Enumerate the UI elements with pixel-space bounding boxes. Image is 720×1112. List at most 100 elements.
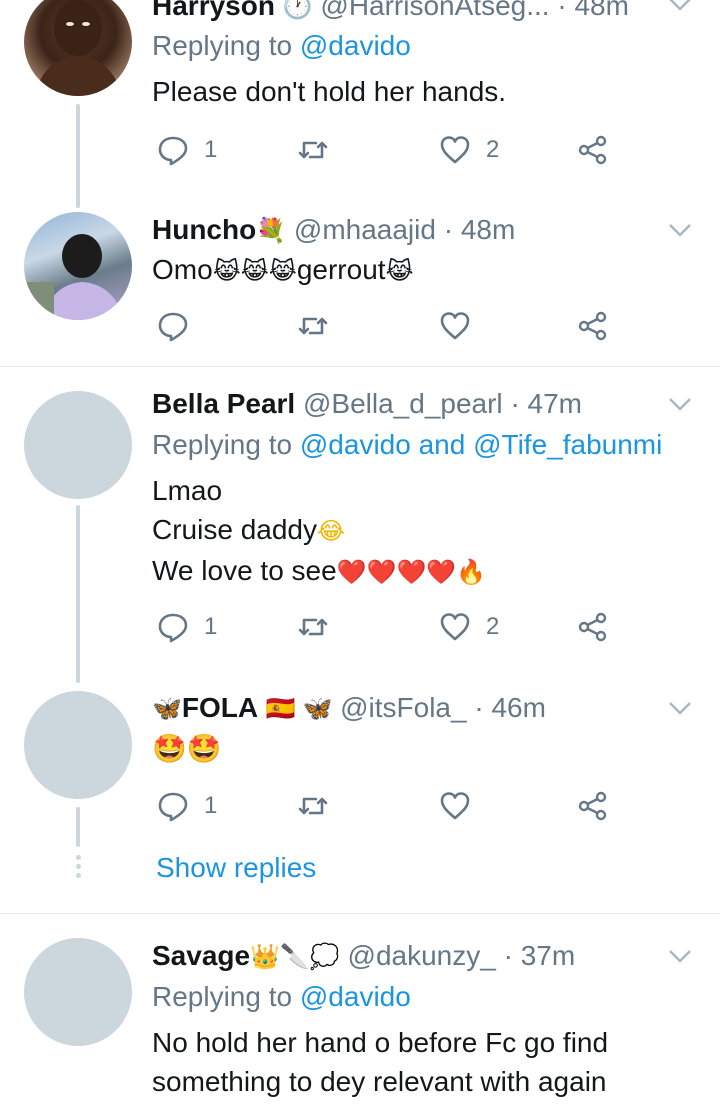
tweet-bella-pearl[interactable]: Bella Pearl @Bella_d_pearl · 47m Replyin… xyxy=(0,367,720,683)
timestamp[interactable]: · 48m xyxy=(444,214,516,245)
reply-count: 1 xyxy=(204,613,218,640)
chevron-down-icon[interactable] xyxy=(666,390,694,418)
chevron-down-icon[interactable] xyxy=(666,0,694,18)
replying-to: Replying to @davido xyxy=(152,26,411,66)
thread-line xyxy=(76,505,80,683)
like-icon xyxy=(440,312,470,340)
text-line: something to dey relevant with again xyxy=(152,1066,607,1097)
tweet-huncho[interactable]: Huncho💐 @mhaaajid · 48m Omo😹😹😹gerrout😹 xyxy=(0,190,720,366)
display-name[interactable]: Savage xyxy=(152,940,250,971)
tweet-header: Savage👑🔪💭 @dakunzy_ · 37m xyxy=(152,936,660,976)
tweet-text: Lmao Cruise daddy😂 We love to see❤️❤️❤️❤… xyxy=(152,471,690,592)
replying-prefix: Replying to xyxy=(152,30,300,61)
mention-link[interactable]: @davido xyxy=(300,981,411,1012)
user-handle[interactable]: @HarrisonAtseg... xyxy=(320,0,549,21)
user-handle[interactable]: @Bella_d_pearl xyxy=(303,388,503,419)
tweet-harryson[interactable]: Harryson 🕐 @HarrisonAtseg... · 48m Reply… xyxy=(0,0,720,208)
display-name[interactable]: FOLA xyxy=(182,692,258,723)
timestamp[interactable]: · 47m xyxy=(510,388,582,419)
text-line-content: Cruise daddy xyxy=(152,514,317,545)
retweet-icon xyxy=(298,797,328,815)
replying-and: and xyxy=(410,429,474,460)
share-button[interactable] xyxy=(576,784,610,828)
timestamp[interactable]: · 37m xyxy=(504,940,576,971)
reply-icon xyxy=(158,792,188,822)
retweet-icon xyxy=(298,618,328,636)
retweet-button[interactable] xyxy=(296,784,344,828)
mention-link[interactable]: @davido xyxy=(300,30,411,61)
thread-line xyxy=(76,807,80,847)
like-icon xyxy=(440,613,470,641)
like-button[interactable]: 2 xyxy=(438,605,499,649)
mention-link[interactable]: @davido xyxy=(300,429,411,460)
reply-button[interactable]: 1 xyxy=(156,605,217,649)
show-replies-link[interactable]: Show replies xyxy=(156,848,316,888)
share-button[interactable] xyxy=(576,605,610,649)
share-button[interactable] xyxy=(576,128,610,172)
retweet-icon xyxy=(298,317,328,335)
replying-to: Replying to @davido xyxy=(152,977,411,1017)
text-line: Cruise daddy😂 xyxy=(152,510,690,551)
avatar-default[interactable] xyxy=(24,691,132,799)
reply-icon xyxy=(158,312,188,342)
timestamp[interactable]: · 48m xyxy=(557,0,629,21)
tweet-text: Omo😹😹😹gerrout😹 xyxy=(152,250,690,291)
avatar-default[interactable] xyxy=(24,391,132,499)
like-icon xyxy=(440,136,470,164)
tweet-fola[interactable]: 🦋FOLA 🇪🇸 🦋 @itsFola_ · 46m 🤩🤩 1 Show rep… xyxy=(0,667,720,913)
retweet-button[interactable] xyxy=(296,128,344,172)
like-count: 2 xyxy=(486,136,500,163)
tweet-actions: 1 2 xyxy=(152,605,622,649)
replying-prefix: Replying to xyxy=(152,981,300,1012)
tweet-header: 🦋FOLA 🇪🇸 🦋 @itsFola_ · 46m xyxy=(152,688,660,728)
text-line: Lmao xyxy=(152,475,223,506)
thread-dots xyxy=(73,855,83,882)
tweet-savage[interactable]: Savage👑🔪💭 @dakunzy_ · 37m Replying to @d… xyxy=(0,914,720,1112)
like-icon xyxy=(440,792,470,820)
display-name[interactable]: Huncho xyxy=(152,214,256,245)
text-emoji: 😹😹😹 xyxy=(212,258,297,286)
tweet-actions: 1 xyxy=(152,784,622,828)
timestamp[interactable]: · 46m xyxy=(474,692,546,723)
reply-count: 1 xyxy=(204,136,218,163)
text-emoji: 😹 xyxy=(385,258,414,286)
tweet-header: Huncho💐 @mhaaajid · 48m xyxy=(152,210,660,250)
avatar-default[interactable] xyxy=(24,938,132,1046)
like-button[interactable] xyxy=(438,304,486,348)
tweet-actions: 1 2 xyxy=(152,128,622,172)
replying-to: Replying to @davido and @Tife_fabunmi xyxy=(152,425,662,465)
reply-button[interactable]: 1 xyxy=(156,784,217,828)
reply-button[interactable]: 1 xyxy=(156,128,217,172)
display-name[interactable]: Bella Pearl xyxy=(152,388,295,419)
mention-link[interactable]: @Tife_fabunmi xyxy=(473,429,662,460)
text-mid: gerrout xyxy=(296,254,386,285)
user-handle[interactable]: @itsFola_ xyxy=(340,692,466,723)
share-icon xyxy=(578,311,607,341)
tweet-header: Bella Pearl @Bella_d_pearl · 47m xyxy=(152,384,660,424)
avatar-harryson[interactable] xyxy=(24,0,132,96)
display-name[interactable]: Harryson xyxy=(152,0,275,21)
reply-icon xyxy=(158,136,188,166)
tweet-text: Please don't hold her hands. xyxy=(152,76,507,107)
like-button[interactable] xyxy=(438,784,486,828)
share-icon xyxy=(578,791,607,821)
like-count: 2 xyxy=(486,613,500,640)
user-handle[interactable]: @dakunzy_ xyxy=(348,940,496,971)
like-button[interactable]: 2 xyxy=(438,128,499,172)
text-prefix: Omo xyxy=(152,254,213,285)
text-line-content: We love to see xyxy=(152,555,337,587)
avatar-huncho[interactable] xyxy=(24,212,132,320)
reply-button[interactable] xyxy=(156,304,204,348)
retweet-button[interactable] xyxy=(296,304,344,348)
chevron-down-icon[interactable] xyxy=(666,694,694,722)
retweet-button[interactable] xyxy=(296,605,344,649)
chevron-down-icon[interactable] xyxy=(666,216,694,244)
share-button[interactable] xyxy=(576,304,610,348)
tweet-text: 🤩🤩 xyxy=(152,733,222,764)
chevron-down-icon[interactable] xyxy=(666,942,694,970)
share-icon xyxy=(578,135,607,165)
text-emoji: 😂 xyxy=(316,518,346,546)
user-handle[interactable]: @mhaaajid xyxy=(294,214,436,245)
reply-icon xyxy=(158,613,188,643)
text-emoji: 🔥 xyxy=(456,559,487,587)
